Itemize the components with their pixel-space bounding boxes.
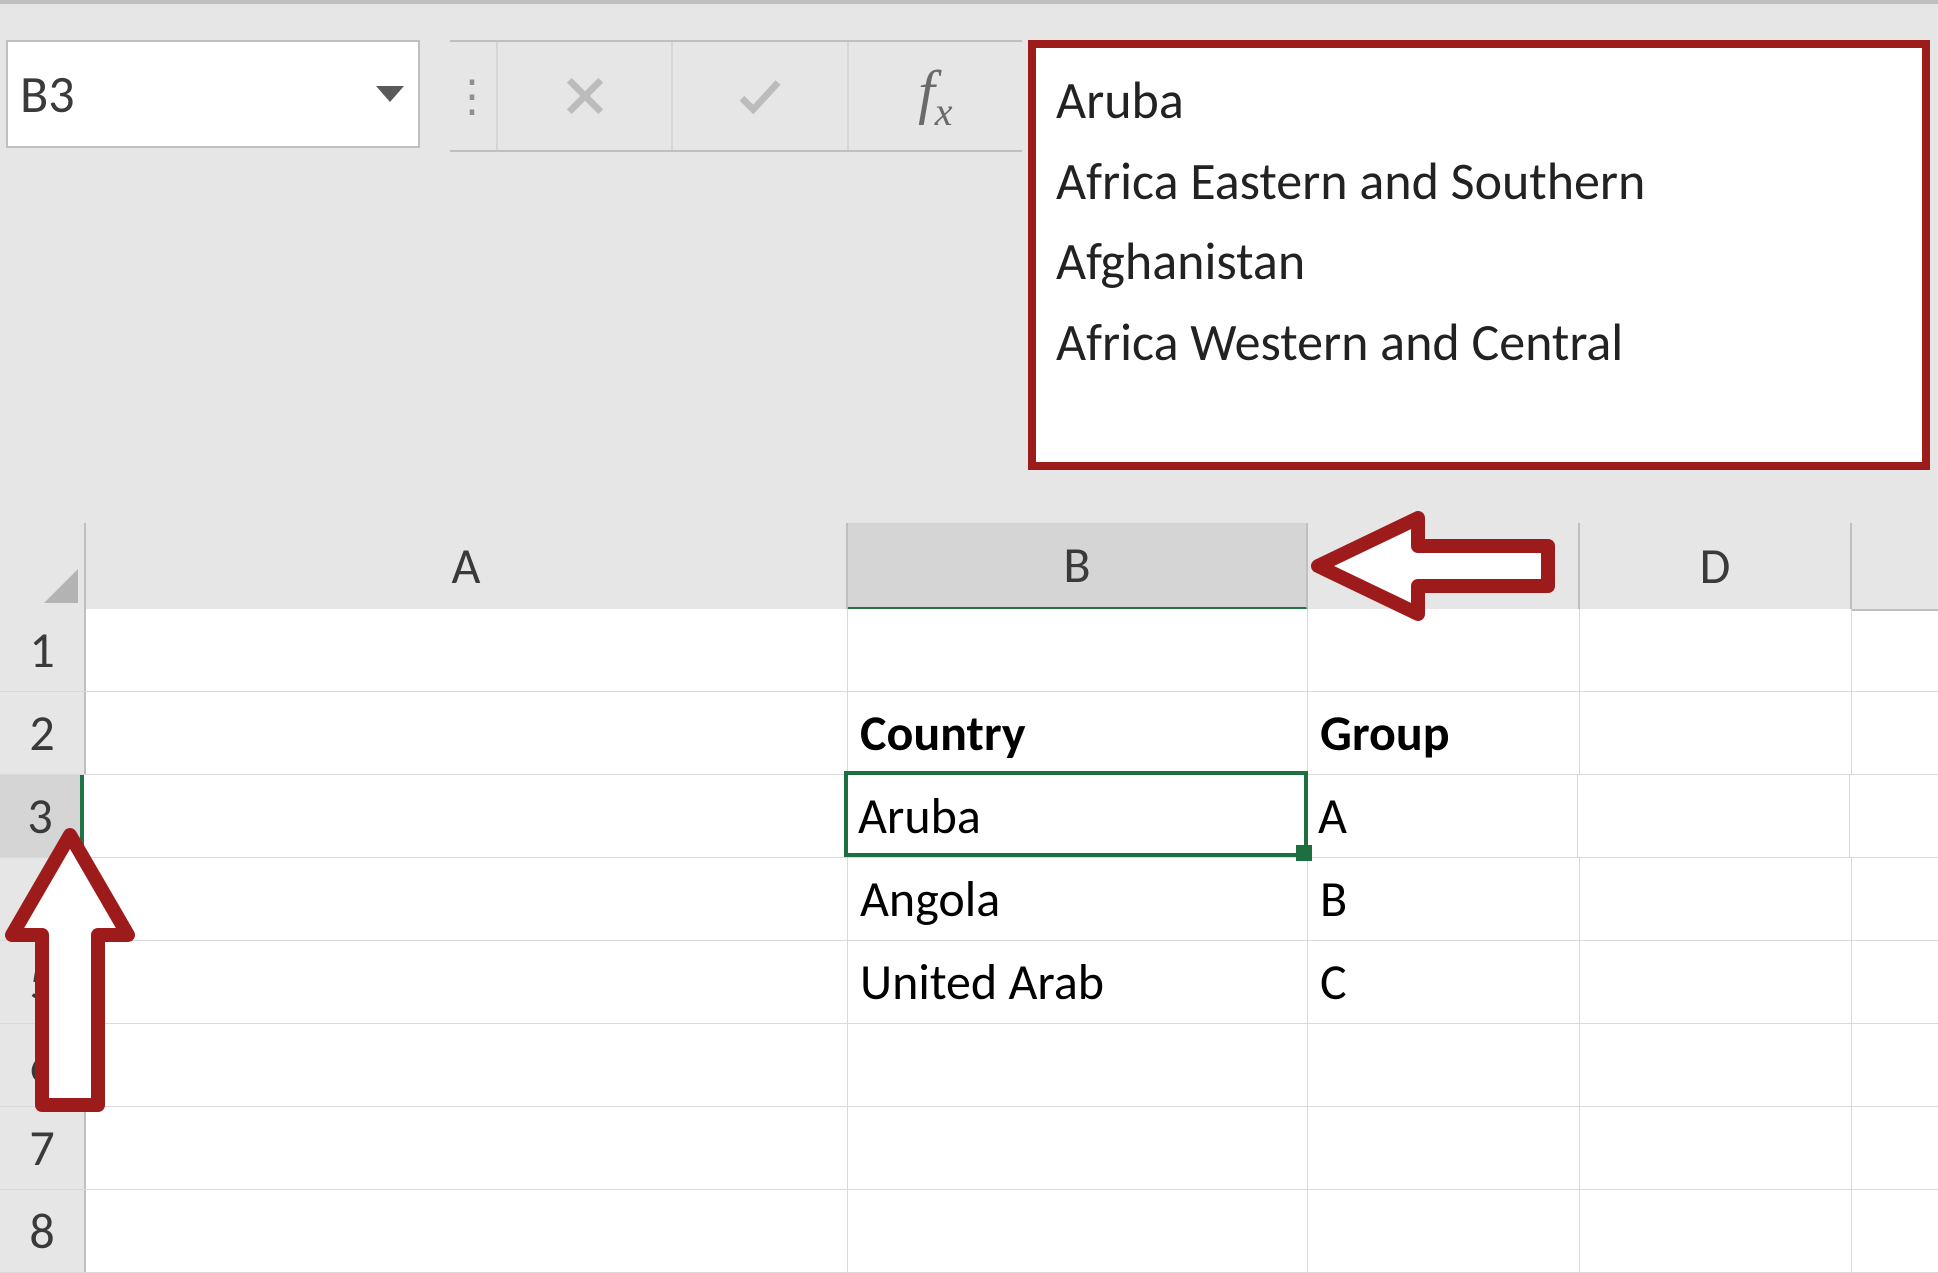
formula-bar-area: B3 ⋮ fx Aruba Africa Eastern and Souther… bbox=[0, 0, 1938, 527]
cell-C2[interactable]: Group bbox=[1308, 692, 1580, 774]
column-header-C[interactable]: C bbox=[1308, 523, 1580, 609]
cell-D8[interactable] bbox=[1580, 1190, 1852, 1272]
cell-D7[interactable] bbox=[1580, 1107, 1852, 1189]
column-headers: A B C D bbox=[0, 523, 1938, 611]
row-header-8[interactable]: 8 bbox=[0, 1190, 86, 1272]
row-2: 2 CountryGroup bbox=[0, 692, 1938, 775]
expand-handle-icon[interactable]: ⋮ bbox=[450, 42, 498, 150]
cell-C1[interactable] bbox=[1308, 609, 1580, 691]
row-4: 4 AngolaB bbox=[0, 858, 1938, 941]
cell-B1[interactable] bbox=[848, 609, 1308, 691]
formula-line: Africa Western and Central bbox=[1056, 302, 1902, 383]
cell-D1[interactable] bbox=[1580, 609, 1852, 691]
row-header-2[interactable]: 2 bbox=[0, 692, 86, 774]
formula-bar-input[interactable]: Aruba Africa Eastern and Southern Afghan… bbox=[1028, 40, 1930, 470]
cell-C5[interactable]: C bbox=[1308, 941, 1580, 1023]
check-icon bbox=[730, 69, 790, 123]
x-icon bbox=[558, 69, 612, 123]
cell-B4[interactable]: Angola bbox=[848, 858, 1308, 940]
formula-line: Afghanistan bbox=[1056, 221, 1902, 302]
insert-function-button[interactable]: fx bbox=[849, 42, 1022, 150]
row-1: 1 bbox=[0, 609, 1938, 692]
cell-B7[interactable] bbox=[848, 1107, 1308, 1189]
cell-A6[interactable] bbox=[86, 1024, 848, 1106]
formula-line: Aruba bbox=[1056, 60, 1902, 141]
row-header-1[interactable]: 1 bbox=[0, 609, 86, 691]
select-all-corner[interactable] bbox=[0, 523, 86, 609]
cell-C3[interactable]: A bbox=[1306, 775, 1578, 857]
row-7: 7 bbox=[0, 1107, 1938, 1190]
row-header-3[interactable]: 3 bbox=[0, 775, 84, 857]
cancel-button[interactable] bbox=[498, 42, 673, 150]
column-header-D[interactable]: D bbox=[1580, 523, 1852, 609]
cell-C6[interactable] bbox=[1308, 1024, 1580, 1106]
cell-A8[interactable] bbox=[86, 1190, 848, 1272]
formula-line: Africa Eastern and Southern bbox=[1056, 141, 1902, 222]
cell-A7[interactable] bbox=[86, 1107, 848, 1189]
cell-C7[interactable] bbox=[1308, 1107, 1580, 1189]
cell-A1[interactable] bbox=[86, 609, 848, 691]
cell-A5[interactable] bbox=[86, 941, 848, 1023]
row-8: 8 bbox=[0, 1190, 1938, 1273]
cell-A2[interactable] bbox=[86, 692, 848, 774]
cell-C8[interactable] bbox=[1308, 1190, 1580, 1272]
cell-D6[interactable] bbox=[1580, 1024, 1852, 1106]
column-header-A[interactable]: A bbox=[86, 523, 848, 609]
name-box-value: B3 bbox=[20, 62, 75, 126]
formula-bar-buttons: ⋮ fx bbox=[450, 40, 1022, 152]
cell-B2[interactable]: Country bbox=[848, 692, 1308, 774]
row-header-4[interactable]: 4 bbox=[0, 858, 86, 940]
spreadsheet-grid: A B C D 12CountryGroup3ArubaA4AngolaB5Un… bbox=[0, 523, 1938, 1273]
row-5: 5 United ArabC bbox=[0, 941, 1938, 1024]
cell-D3[interactable] bbox=[1578, 775, 1850, 857]
fx-icon: fx bbox=[918, 58, 952, 135]
cell-D5[interactable] bbox=[1580, 941, 1852, 1023]
cell-B5[interactable]: United Arab bbox=[848, 941, 1308, 1023]
cell-B3[interactable]: Aruba bbox=[846, 775, 1306, 857]
row-header-6[interactable]: 6 bbox=[0, 1024, 86, 1106]
cell-A4[interactable] bbox=[86, 858, 848, 940]
row-header-5[interactable]: 5 bbox=[0, 941, 86, 1023]
grid-body[interactable]: 12 CountryGroup 3 ArubaA 4 AngolaB 5 United Ara… bbox=[0, 609, 1938, 1273]
column-header-B[interactable]: B bbox=[848, 523, 1308, 611]
cell-B8[interactable] bbox=[848, 1190, 1308, 1272]
cell-D2[interactable] bbox=[1580, 692, 1852, 774]
enter-button[interactable] bbox=[673, 42, 848, 150]
dropdown-icon[interactable] bbox=[376, 86, 404, 102]
row-6: 6 bbox=[0, 1024, 1938, 1107]
cell-A3[interactable] bbox=[84, 775, 846, 857]
cell-D4[interactable] bbox=[1580, 858, 1852, 940]
row-header-7[interactable]: 7 bbox=[0, 1107, 86, 1189]
cell-B6[interactable] bbox=[848, 1024, 1308, 1106]
cell-C4[interactable]: B bbox=[1308, 858, 1580, 940]
name-box[interactable]: B3 bbox=[6, 40, 420, 148]
row-3: 3 ArubaA bbox=[0, 775, 1938, 858]
